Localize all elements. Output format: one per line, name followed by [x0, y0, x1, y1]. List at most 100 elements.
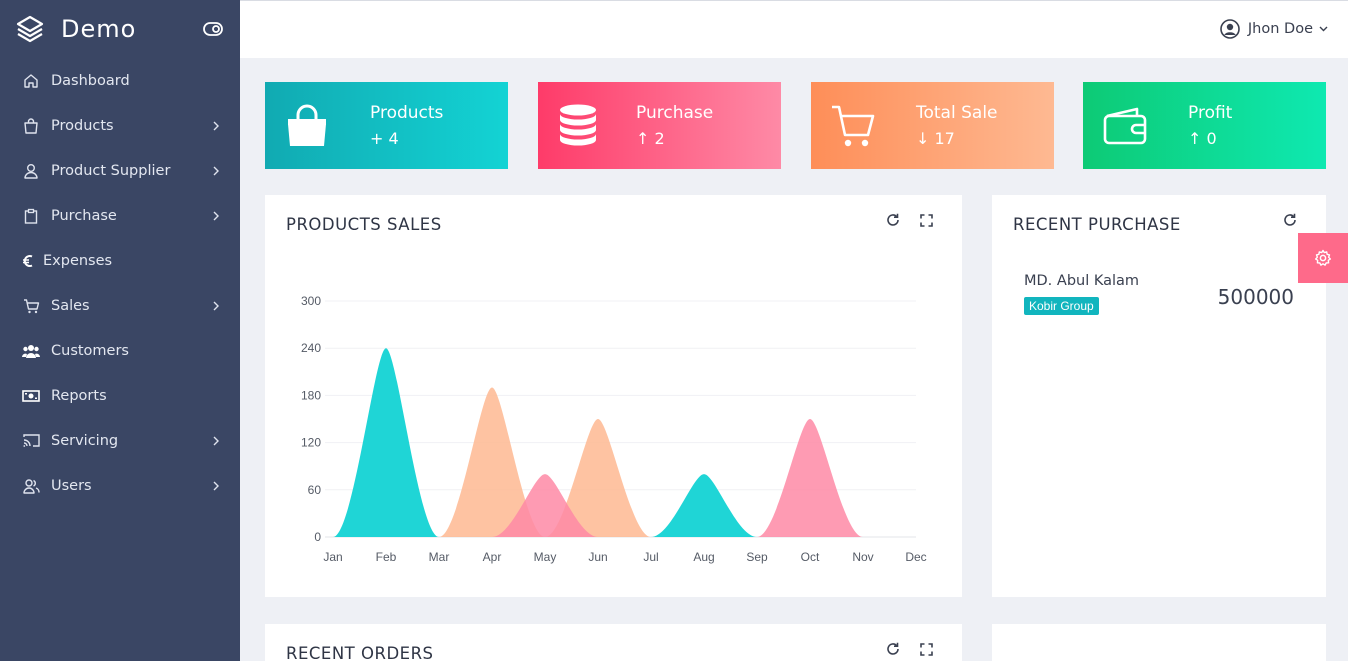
y-tick-label: 0 [314, 530, 321, 544]
chevron-right-icon [212, 301, 222, 311]
sidebar-item-label: Customers [51, 342, 129, 359]
users-icon [22, 342, 40, 360]
sidebar-item-expenses[interactable]: Expenses [0, 238, 240, 283]
recent-orders-card: RECENT ORDERS [265, 624, 962, 661]
stat-title: Purchase [636, 103, 714, 123]
x-tick-label: Apr [483, 550, 502, 564]
sidebar-item-users[interactable]: Users [0, 463, 240, 508]
sidebar-item-reports[interactable]: Reports [0, 373, 240, 418]
user-icon [22, 162, 40, 180]
refresh-icon[interactable] [885, 641, 901, 657]
arrow-up-icon: ↑ [1188, 129, 1202, 148]
stat-title: Products [370, 103, 444, 123]
fullscreen-icon[interactable] [918, 641, 934, 657]
card-title: RECENT ORDERS [286, 644, 434, 661]
products-sales-chart: 0 60 120 180 240 300 Jan Feb Mar Apr May Jun Jul Aug S… [301, 294, 927, 564]
sidebar-nav: Dashboard Products Product Supplier Purc… [0, 58, 240, 508]
area-series-1 [651, 474, 757, 537]
user-circle-icon [1220, 19, 1240, 39]
brand-name[interactable]: Demo [61, 15, 202, 43]
sidebar: Demo Dashboard Products Product Supplier… [0, 0, 240, 661]
x-tick-label: Jan [323, 550, 342, 564]
x-tick-label: Jul [643, 550, 658, 564]
sidebar-item-customers[interactable]: Customers [0, 328, 240, 373]
sidebar-item-product-supplier[interactable]: Product Supplier [0, 148, 240, 193]
stat-card-products[interactable]: Products + 4 [265, 82, 508, 169]
x-tick-label: Jun [588, 550, 607, 564]
y-tick-label: 300 [301, 294, 321, 308]
arrow-up-icon: ↑ [636, 129, 650, 148]
home-icon [22, 72, 40, 90]
sidebar-item-label: Products [51, 117, 114, 134]
shopping-bag-icon [22, 117, 40, 135]
stat-value: 17 [934, 129, 955, 148]
money-icon [22, 387, 40, 405]
chevron-right-icon [212, 436, 222, 446]
plus-icon: + [370, 129, 384, 148]
purchase-amount: 500000 [1217, 285, 1294, 309]
sidebar-item-label: Sales [51, 297, 90, 314]
sidebar-item-label: Purchase [51, 207, 117, 224]
products-sales-card: PRODUCTS SALES 0 60 120 180 240 300 Jan Feb Mar A… [265, 195, 962, 597]
card-title: RECENT PURCHASE [1013, 215, 1181, 234]
chevron-right-icon [212, 481, 222, 491]
user-group-icon [22, 477, 40, 495]
sidebar-item-label: Product Supplier [51, 162, 171, 179]
y-tick-label: 180 [301, 388, 321, 402]
sidebar-item-servicing[interactable]: Servicing [0, 418, 240, 463]
settings-toggle[interactable] [1298, 233, 1348, 283]
database-icon [536, 104, 620, 148]
stat-title: Total Sale [916, 103, 998, 123]
arrow-down-icon: ↓ [916, 129, 930, 148]
sidebar-item-products[interactable]: Products [0, 103, 240, 148]
shopping-bag-icon [265, 104, 349, 148]
x-tick-label: Aug [693, 550, 714, 564]
sidebar-item-label: Dashboard [51, 72, 130, 89]
sidebar-item-label: Reports [51, 387, 107, 404]
sidebar-item-label: Users [51, 477, 92, 494]
x-tick-label: Mar [429, 550, 450, 564]
user-name: Jhon Doe [1247, 21, 1313, 37]
stat-card-total-sale[interactable]: Total Sale ↓ 17 [811, 82, 1054, 169]
sidebar-item-sales[interactable]: Sales [0, 283, 240, 328]
sidebar-item-purchase[interactable]: Purchase [0, 193, 240, 238]
chevron-right-icon [212, 121, 222, 131]
cast-icon [22, 432, 40, 450]
chevron-right-icon [212, 211, 222, 221]
chevron-right-icon [212, 166, 222, 176]
clipboard-icon [22, 207, 40, 225]
x-tick-label: Oct [801, 550, 820, 564]
wallet-icon [1083, 107, 1167, 145]
layers-logo-icon[interactable] [16, 15, 44, 43]
sidebar-toggle-icon[interactable] [202, 18, 224, 40]
gear-icon [1314, 249, 1332, 267]
recent-purchase-card: RECENT PURCHASE MD. Abul Kalam Kobir Gro… [992, 195, 1326, 597]
stat-value: 2 [654, 129, 665, 148]
sidebar-item-label: Servicing [51, 432, 119, 449]
cart-icon [811, 104, 895, 148]
y-tick-label: 60 [308, 483, 322, 497]
brand: Demo [0, 0, 240, 58]
x-tick-label: Sep [746, 550, 768, 564]
x-tick-label: May [534, 550, 557, 564]
stat-title: Profit [1188, 103, 1233, 123]
euro-icon [22, 252, 33, 270]
refresh-icon[interactable] [1282, 212, 1298, 228]
purchase-name: MD. Abul Kalam [1024, 273, 1140, 289]
x-tick-label: Nov [852, 550, 873, 564]
y-tick-label: 120 [301, 436, 321, 450]
cart-icon [22, 297, 40, 315]
stat-card-purchase[interactable]: Purchase ↑ 2 [538, 82, 781, 169]
area-series-3 [757, 419, 863, 537]
stat-card-profit[interactable]: Profit ↑ 0 [1083, 82, 1326, 169]
topbar: Jhon Doe [240, 0, 1348, 58]
user-menu[interactable]: Jhon Doe [1220, 19, 1328, 39]
supplier-badge: Kobir Group [1024, 297, 1099, 315]
sidebar-item-label: Expenses [43, 252, 113, 269]
stat-value: 4 [388, 129, 399, 148]
chevron-down-icon [1319, 26, 1328, 32]
secondary-card [992, 624, 1326, 661]
y-tick-label: 240 [301, 341, 321, 355]
x-tick-label: Feb [376, 550, 397, 564]
sidebar-item-dashboard[interactable]: Dashboard [0, 58, 240, 103]
